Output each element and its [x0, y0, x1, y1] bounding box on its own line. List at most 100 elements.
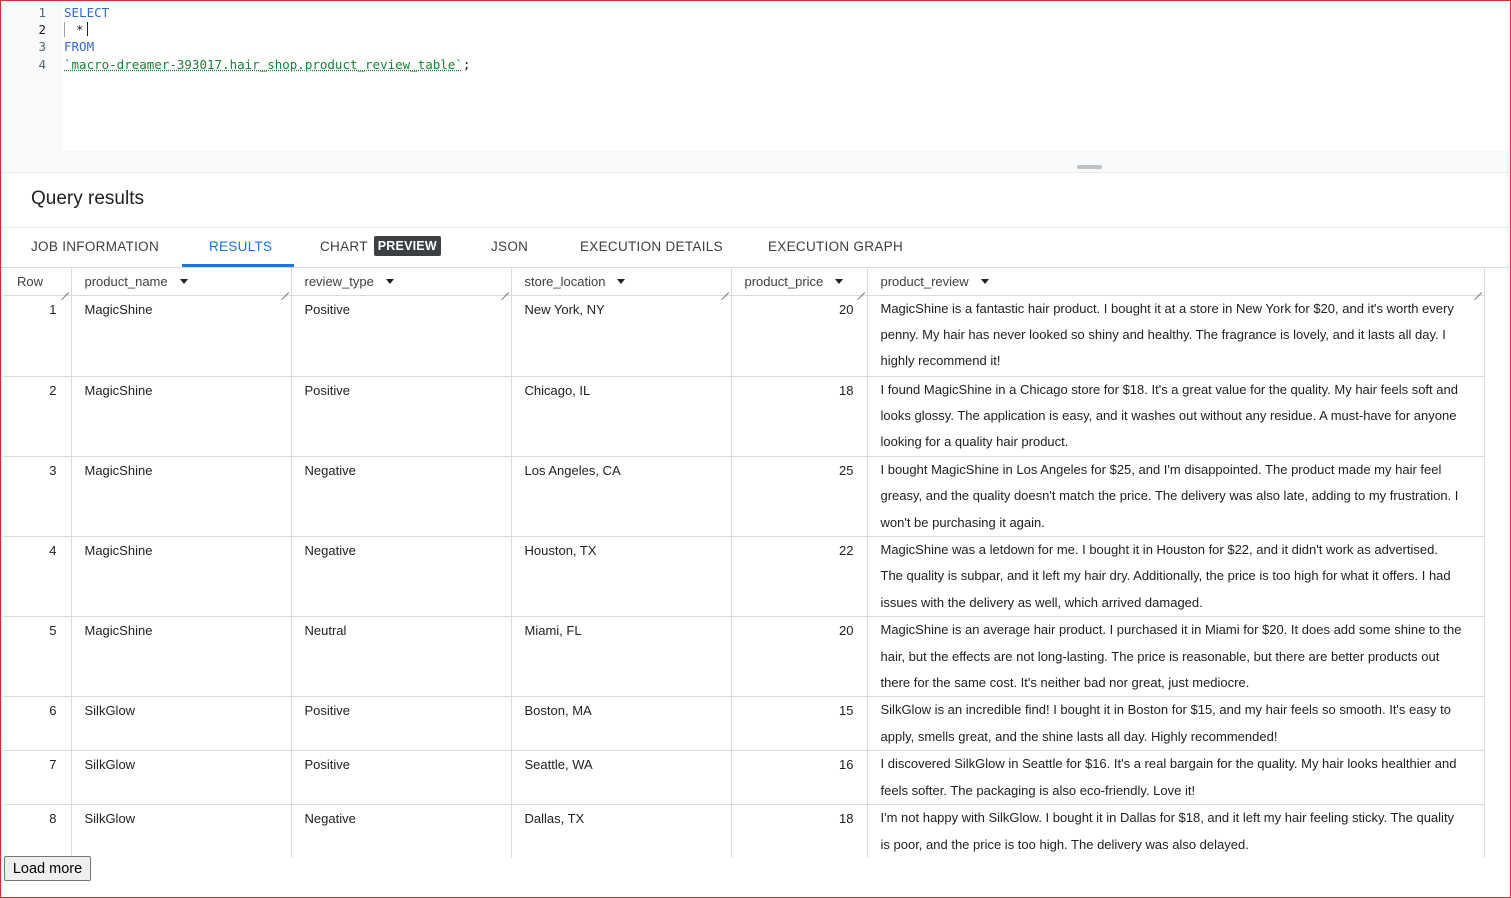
tab-job-information[interactable]: JOB INFORMATION: [31, 228, 159, 267]
tab-chart-label: CHART: [320, 239, 368, 254]
sql-line-2[interactable]: *: [64, 21, 88, 38]
sql-editor[interactable]: 1 SELECT 2 * 3 FROM 4 `macro-dreamer-393…: [1, 1, 1510, 151]
cell-store-location[interactable]: New York, NY: [511, 295, 732, 377]
dropdown-arrow-icon[interactable]: [385, 278, 394, 284]
row-number: 8: [3, 804, 72, 858]
resize-handle-icon[interactable]: [857, 285, 865, 293]
cell-store-location[interactable]: Seattle, WA: [511, 750, 732, 806]
table-row[interactable]: 4 MagicShine Negative Houston, TX 22 Mag…: [3, 536, 1485, 618]
resize-handle-icon[interactable]: [1474, 285, 1482, 293]
cell-store-location[interactable]: Miami, FL: [511, 616, 732, 698]
cell-review-type[interactable]: Neutral: [291, 616, 512, 698]
load-more-button[interactable]: Load more: [4, 856, 91, 881]
row-number: 2: [3, 376, 72, 457]
cell-store-location[interactable]: Houston, TX: [511, 536, 732, 618]
column-header-product-review[interactable]: product_review: [867, 268, 1485, 296]
line-number: 4: [38, 57, 46, 72]
table-row[interactable]: 2 MagicShine Positive Chicago, IL 18 I f…: [3, 376, 1485, 457]
table-row[interactable]: 1 MagicShine Positive New York, NY 20 Ma…: [3, 295, 1485, 377]
query-results-title: Query results: [31, 188, 144, 209]
column-header-store-location[interactable]: store_location: [511, 268, 732, 296]
tab-results[interactable]: RESULTS: [209, 228, 272, 267]
cell-product-name[interactable]: MagicShine: [71, 376, 292, 457]
cell-store-location[interactable]: Los Angeles, CA: [511, 456, 732, 537]
cell-product-review[interactable]: MagicShine was a letdown for me. I bough…: [867, 536, 1485, 618]
cell-product-price[interactable]: 20: [731, 616, 868, 698]
sql-keyword-from[interactable]: FROM: [64, 38, 94, 55]
resize-handle-icon[interactable]: [281, 285, 289, 293]
cell-review-type[interactable]: Positive: [291, 376, 512, 457]
table-row[interactable]: 5 MagicShine Neutral Miami, FL 20 MagicS…: [3, 616, 1485, 698]
results-table: Row product_name review_type store_locat…: [3, 268, 1485, 858]
column-header-label: review_type: [304, 273, 374, 289]
cell-product-review[interactable]: I'm not happy with SilkGlow. I bought it…: [867, 804, 1485, 858]
cell-product-price[interactable]: 16: [731, 750, 868, 806]
row-number: 7: [3, 750, 72, 806]
cell-product-review[interactable]: I found MagicShine in a Chicago store fo…: [867, 376, 1485, 457]
sql-table-reference[interactable]: `macro-dreamer-393017.hair_shop.product_…: [64, 57, 463, 72]
dropdown-arrow-icon[interactable]: [617, 278, 626, 284]
table-row[interactable]: 6 SilkGlow Positive Boston, MA 15 SilkGl…: [3, 696, 1485, 752]
table-row[interactable]: 8 SilkGlow Negative Dallas, TX 18 I'm no…: [3, 804, 1485, 858]
tab-json[interactable]: JSON: [491, 228, 528, 267]
cell-review-type[interactable]: Positive: [291, 295, 512, 377]
table-row[interactable]: 3 MagicShine Negative Los Angeles, CA 25…: [3, 456, 1485, 537]
cell-store-location[interactable]: Boston, MA: [511, 696, 732, 752]
cell-product-review[interactable]: I bought MagicShine in Los Angeles for $…: [867, 456, 1485, 537]
cell-product-name[interactable]: SilkGlow: [71, 750, 292, 806]
column-header-label: product_review: [880, 273, 969, 289]
cell-store-location[interactable]: Chicago, IL: [511, 376, 732, 457]
resize-handle-icon[interactable]: [501, 285, 509, 293]
sql-line-4[interactable]: `macro-dreamer-393017.hair_shop.product_…: [64, 56, 470, 73]
cell-product-name[interactable]: MagicShine: [71, 295, 292, 377]
cell-product-price[interactable]: 25: [731, 456, 868, 537]
sql-keyword-select[interactable]: SELECT: [64, 4, 109, 21]
line-number: 1: [38, 5, 46, 20]
cell-product-name[interactable]: MagicShine: [71, 456, 292, 537]
table-row[interactable]: 7 SilkGlow Positive Seattle, WA 16 I dis…: [3, 750, 1485, 806]
cell-product-price[interactable]: 18: [731, 376, 868, 457]
cell-product-price[interactable]: 18: [731, 804, 868, 858]
panel-splitter[interactable]: [1, 151, 1510, 173]
column-header-row[interactable]: Row: [3, 268, 72, 296]
cell-product-price[interactable]: 20: [731, 295, 868, 377]
row-number: 5: [3, 616, 72, 698]
tab-chart[interactable]: CHART PREVIEW: [320, 228, 441, 267]
cell-store-location[interactable]: Dallas, TX: [511, 804, 732, 858]
cell-review-type[interactable]: Positive: [291, 750, 512, 806]
line-number: 3: [38, 39, 46, 54]
sql-semicolon: ;: [462, 57, 471, 72]
dropdown-arrow-icon[interactable]: [179, 278, 188, 284]
cell-product-name[interactable]: SilkGlow: [71, 804, 292, 858]
resize-handle-icon[interactable]: [61, 285, 69, 293]
cell-product-review[interactable]: MagicShine is an average hair product. I…: [867, 616, 1485, 698]
cell-review-type[interactable]: Positive: [291, 696, 512, 752]
cell-product-review[interactable]: I discovered SilkGlow in Seattle for $16…: [867, 750, 1485, 806]
cell-product-review[interactable]: SilkGlow is an incredible find! I bought…: [867, 696, 1485, 752]
cell-review-type[interactable]: Negative: [291, 804, 512, 858]
cell-product-name[interactable]: SilkGlow: [71, 696, 292, 752]
drag-handle-icon[interactable]: [1077, 165, 1102, 169]
column-header-review-type[interactable]: review_type: [291, 268, 512, 296]
cell-product-price[interactable]: 22: [731, 536, 868, 618]
column-header-product-name[interactable]: product_name: [71, 268, 292, 296]
text-cursor: [86, 22, 88, 36]
line-number: 2: [38, 22, 46, 37]
row-number: 4: [3, 536, 72, 618]
tab-execution-graph[interactable]: EXECUTION GRAPH: [768, 228, 903, 267]
results-tabs: JOB INFORMATION RESULTS CHART PREVIEW JSO…: [1, 228, 1510, 268]
cell-review-type[interactable]: Negative: [291, 456, 512, 537]
cell-product-price[interactable]: 15: [731, 696, 868, 752]
dropdown-arrow-icon[interactable]: [835, 278, 844, 284]
column-header-product-price[interactable]: product_price: [731, 268, 868, 296]
cell-product-name[interactable]: MagicShine: [71, 616, 292, 698]
sql-star: *: [76, 22, 84, 37]
cell-review-type[interactable]: Negative: [291, 536, 512, 618]
dropdown-arrow-icon[interactable]: [980, 278, 989, 284]
cell-product-name[interactable]: MagicShine: [71, 536, 292, 618]
resize-handle-icon[interactable]: [721, 285, 729, 293]
cell-product-review[interactable]: MagicShine is a fantastic hair product. …: [867, 295, 1485, 377]
results-grid[interactable]: Row product_name review_type store_locat…: [3, 268, 1511, 858]
column-header-label: store_location: [524, 273, 606, 289]
tab-execution-details[interactable]: EXECUTION DETAILS: [580, 228, 723, 267]
